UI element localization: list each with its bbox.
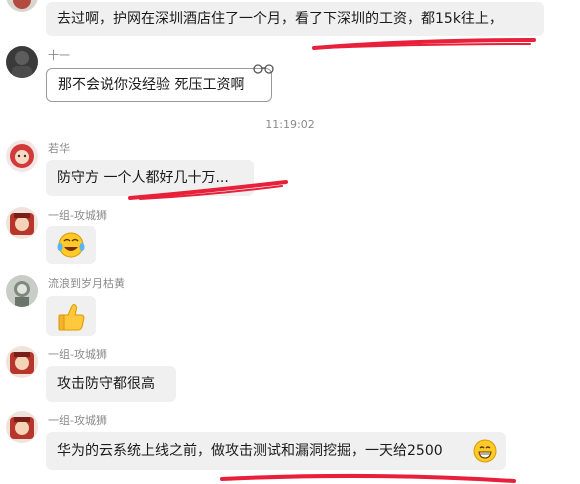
avatar[interactable]: [6, 140, 38, 172]
message-text: 攻击防守都很高: [57, 376, 155, 392]
sender-name: 流浪到岁月枯黄: [48, 277, 125, 290]
timestamp: 11:19:02: [265, 118, 315, 131]
underline-stroke: [321, 43, 531, 49]
message-bubble: [46, 226, 96, 264]
bubble-decoration-icon: [252, 60, 276, 79]
grin-emoji: [473, 439, 497, 463]
message-bubble: 华为的云系统上线之前，做攻击测试和漏洞挖掘，一天给2500: [46, 432, 506, 470]
sender-name: 一组-攻城狮: [48, 209, 107, 222]
sender-name: 若华: [48, 142, 70, 155]
message-bubble: 防守方 一个人都好几十万...: [46, 160, 254, 196]
sender-name: 一组-攻城狮: [48, 414, 107, 427]
avatar[interactable]: [6, 207, 38, 239]
message-bubble: 那不会说你没经验 死压工资啊: [46, 68, 272, 102]
message-text: 那不会说你没经验 死压工资啊: [58, 77, 245, 93]
underline-stroke: [220, 473, 516, 483]
message-text: 华为的云系统上线之前，做攻击测试和漏洞挖掘，一天给2500: [57, 443, 443, 459]
avatar[interactable]: [6, 275, 38, 307]
avatar[interactable]: [6, 411, 38, 443]
avatar[interactable]: [6, 46, 38, 78]
avatar[interactable]: [6, 346, 38, 378]
underline-stroke: [312, 38, 536, 50]
avatar[interactable]: [6, 0, 38, 12]
message-bubble: [46, 296, 96, 336]
message-bubble: 攻击防守都很高: [46, 366, 176, 402]
message-text: 防守方 一个人都好几十万...: [57, 170, 229, 186]
sender-name: 十一: [48, 49, 70, 62]
message-bubble: 去过啊，护网在深圳酒店住了一个月，看了下深圳的工资，都15k往上，: [46, 2, 544, 36]
laughing-tears-emoji: [57, 232, 85, 258]
message-text: 去过啊，护网在深圳酒店住了一个月，看了下深圳的工资，都15k往上，: [57, 11, 503, 27]
thumbs-up-emoji: [58, 304, 85, 331]
sender-name: 一组-攻城狮: [48, 348, 107, 361]
